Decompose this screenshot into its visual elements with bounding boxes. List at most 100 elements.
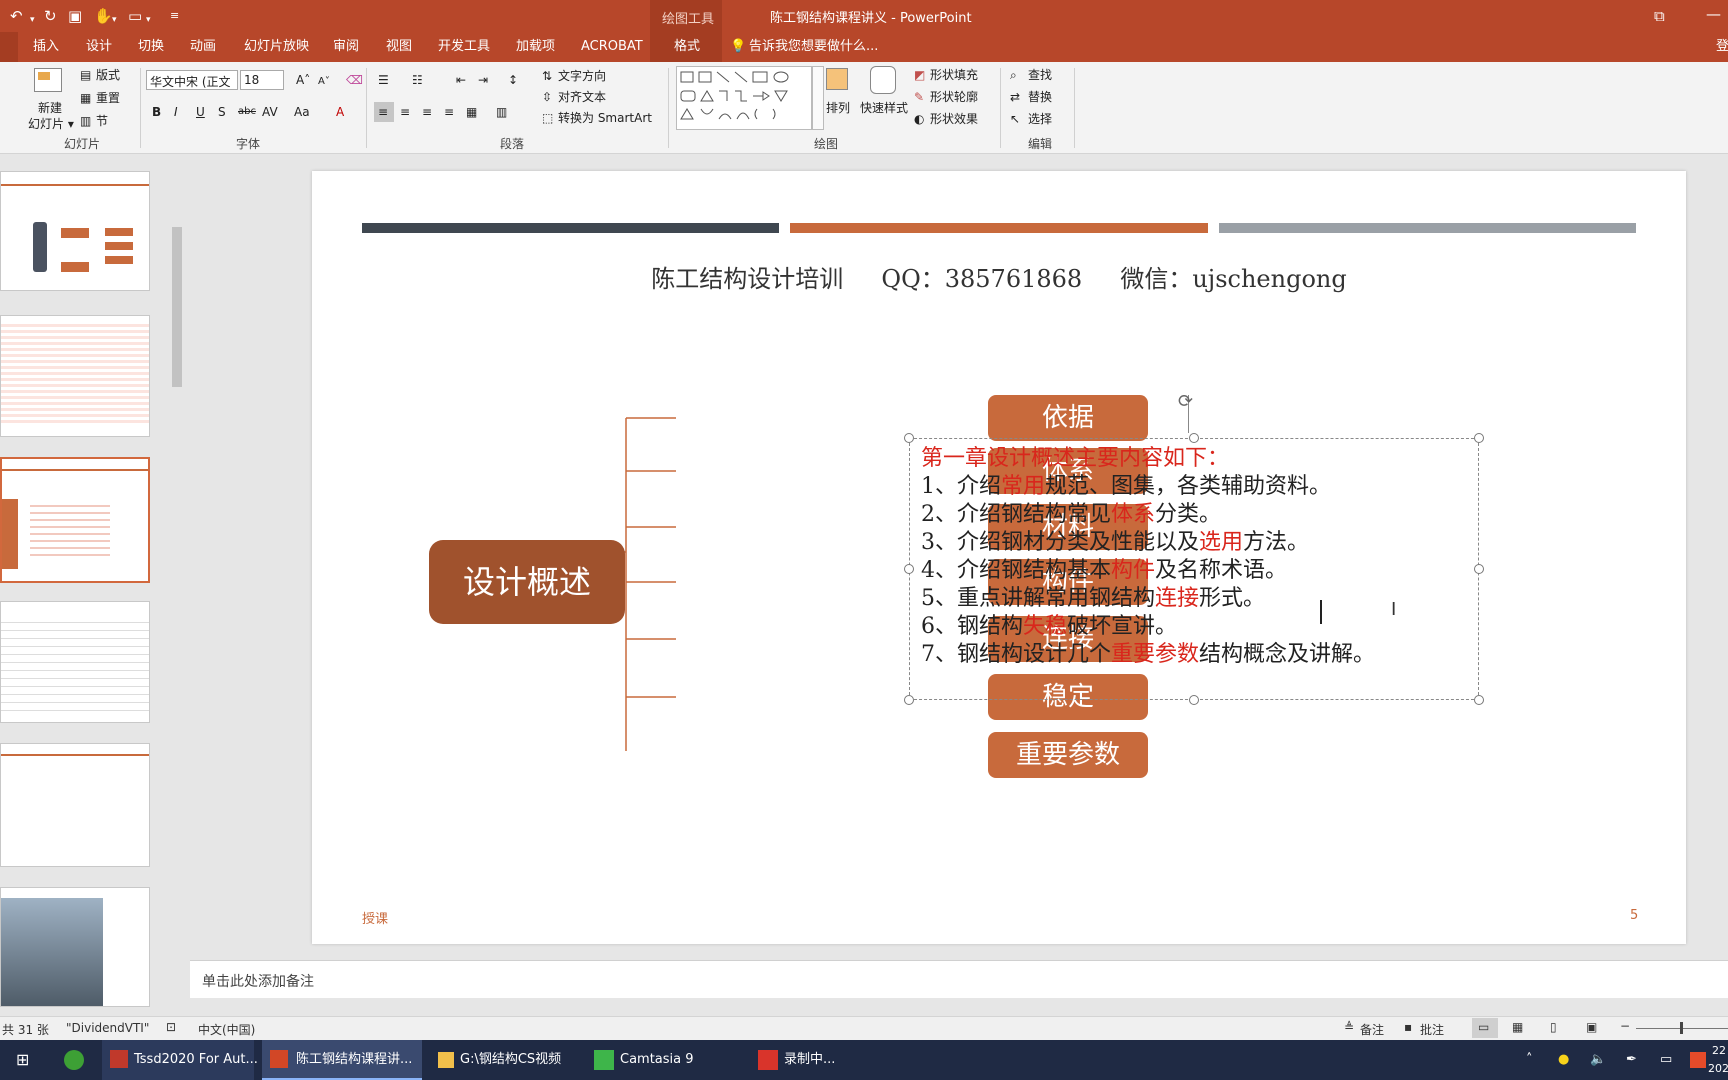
tab-review[interactable]: 审阅 [333, 38, 359, 56]
tab-slideshow[interactable]: 幻灯片放映 [244, 38, 309, 56]
strikethrough-icon[interactable]: abc [238, 104, 256, 120]
slide-thumbnail[interactable] [0, 743, 150, 867]
align-right-icon[interactable]: ≡ [422, 104, 432, 120]
resize-handle[interactable] [904, 433, 914, 443]
new-slide-label2[interactable]: 幻灯片 ▾ [28, 116, 74, 132]
rotate-handle-icon[interactable]: ⟳ [1178, 391, 1193, 412]
open-dropdown-icon[interactable]: ▾ [146, 10, 151, 30]
taskbar-item-explorer[interactable]: G:\钢结构CS视频 [430, 1040, 582, 1080]
resize-handle[interactable] [1189, 433, 1199, 443]
notes-toggle[interactable]: 备注 [1360, 1021, 1384, 1038]
zoom-out-icon[interactable]: − [1620, 1019, 1630, 1033]
taskbar-item-powerpoint[interactable]: 陈工钢结构课程讲... [262, 1040, 422, 1080]
pen-icon[interactable]: ✒ [1626, 1040, 1637, 1080]
decrease-indent-icon[interactable]: ⇤ [456, 72, 466, 88]
find-button[interactable]: 查找 [1028, 67, 1052, 83]
slide-thumbnail[interactable] [0, 315, 150, 437]
touch-mode-icon[interactable]: ✋ [94, 6, 113, 26]
open-folder-icon[interactable]: ▭ [128, 6, 142, 26]
change-case-icon[interactable]: Aa [294, 104, 310, 120]
minimize-icon[interactable]: — [1706, 4, 1721, 24]
shapes-gallery[interactable] [676, 66, 812, 130]
taskbar-item-recording[interactable]: 录制中... [754, 1040, 894, 1080]
shapes-gallery-scroll[interactable] [812, 66, 824, 130]
tab-acrobat[interactable]: ACROBAT [581, 38, 643, 56]
comments-toggle[interactable]: 批注 [1420, 1021, 1444, 1038]
line-spacing-icon[interactable]: ↕ [508, 72, 518, 88]
undo-dropdown-icon[interactable]: ▾ [30, 10, 35, 30]
mindmap-branch-node[interactable]: 依据 [988, 395, 1148, 441]
bullets-icon[interactable]: ☰ [378, 72, 389, 88]
quick-styles-button[interactable]: 快速样式 [860, 100, 908, 116]
text-direction-button[interactable]: 文字方向 [558, 68, 606, 84]
slide-sorter-icon[interactable]: ▦ [1512, 1020, 1523, 1034]
new-slide-icon[interactable] [34, 68, 62, 92]
language-indicator[interactable]: 中文(中国) [198, 1021, 255, 1038]
undo-icon[interactable]: ↶ [10, 6, 23, 26]
tell-me-box[interactable]: 告诉我您想要做什么... [749, 38, 878, 56]
mindmap-branch-node[interactable]: 重要参数 [988, 732, 1148, 778]
app-green-icon[interactable] [64, 1050, 84, 1070]
section-button[interactable]: 节 [96, 113, 108, 129]
resize-handle[interactable] [1474, 695, 1484, 705]
shape-fill-button[interactable]: 形状填充 [930, 67, 978, 83]
shape-outline-button[interactable]: 形状轮廓 [930, 89, 978, 105]
increase-indent-icon[interactable]: ⇥ [478, 72, 488, 88]
ribbon-display-icon[interactable]: ⧉ [1654, 6, 1665, 26]
signin-link[interactable]: 登 [1716, 38, 1728, 56]
resize-handle[interactable] [904, 564, 914, 574]
resize-handle[interactable] [1189, 695, 1199, 705]
reset-button[interactable]: 重置 [96, 90, 120, 106]
font-color-icon[interactable]: A [336, 104, 344, 120]
thumb-scrollbar[interactable] [170, 155, 184, 1015]
numbering-icon[interactable]: ☷ [412, 72, 423, 88]
tab-format[interactable]: 格式 [674, 38, 700, 56]
shrink-font-icon[interactable]: A˅ [318, 74, 330, 90]
slide-thumbnail[interactable] [0, 601, 150, 723]
font-size-select[interactable]: 18 [240, 70, 284, 90]
tab-design[interactable]: 设计 [86, 38, 112, 56]
tab-transitions[interactable]: 切换 [138, 38, 164, 56]
clock-date[interactable]: 2022 [1708, 1062, 1728, 1075]
slideshow-icon[interactable]: ▣ [1586, 1020, 1597, 1034]
resize-handle[interactable] [1474, 564, 1484, 574]
volume-icon[interactable]: 🔈 [1590, 1040, 1606, 1080]
char-spacing-icon[interactable]: AV [262, 104, 278, 120]
justify-icon[interactable]: ≡ [444, 104, 454, 120]
distributed-icon[interactable]: ▦ [466, 104, 477, 120]
arrange-button[interactable]: 排列 [826, 100, 850, 116]
smartart-button[interactable]: 转换为 SmartArt [558, 110, 652, 126]
shape-effects-button[interactable]: 形状效果 [930, 111, 978, 127]
tab-view[interactable]: 视图 [386, 38, 412, 56]
tab-insert[interactable]: 插入 [33, 38, 59, 56]
columns-icon[interactable]: ▥ [496, 104, 507, 120]
redo-icon[interactable]: ↻ [44, 6, 57, 26]
tab-developer[interactable]: 开发工具 [438, 38, 490, 56]
clock-time[interactable]: 22 [1712, 1044, 1726, 1057]
customize-qat-icon[interactable]: ≡ [170, 6, 179, 26]
spellcheck-icon[interactable]: ⊡ [166, 1020, 176, 1034]
taskbar-item-tssd[interactable]: Tssd2020 For Aut... [102, 1040, 258, 1080]
tab-animations[interactable]: 动画 [190, 38, 216, 56]
notes-pane[interactable]: 单击此处添加备注 [190, 960, 1728, 998]
tray-chevron-icon[interactable]: ˄ [1526, 1040, 1533, 1080]
resize-handle[interactable] [904, 695, 914, 705]
align-center-icon[interactable]: ≡ [400, 104, 410, 120]
zoom-slider-thumb[interactable] [1680, 1022, 1683, 1034]
new-slide-button[interactable]: 新建 [38, 100, 62, 116]
slide-thumbnail[interactable] [0, 171, 150, 291]
grow-font-icon[interactable]: A˄ [296, 72, 310, 88]
italic-icon[interactable]: I [174, 104, 178, 120]
slide-thumbnail[interactable] [0, 887, 150, 1007]
tray-app-icon[interactable]: ● [1558, 1040, 1569, 1080]
clear-format-icon[interactable]: ⌫ [346, 72, 363, 88]
present-icon[interactable]: ▣ [68, 6, 82, 26]
font-name-select[interactable]: 华文中宋 (正文 [146, 70, 238, 90]
layout-button[interactable]: 版式 [96, 67, 120, 83]
slide-thumbnail-current[interactable] [0, 457, 150, 583]
resize-handle[interactable] [1474, 433, 1484, 443]
file-tab-edge[interactable] [0, 32, 18, 62]
underline-icon[interactable]: U [196, 104, 205, 120]
task-view-icon[interactable]: ⊞ [16, 1040, 29, 1080]
select-button[interactable]: 选择 [1028, 111, 1052, 127]
